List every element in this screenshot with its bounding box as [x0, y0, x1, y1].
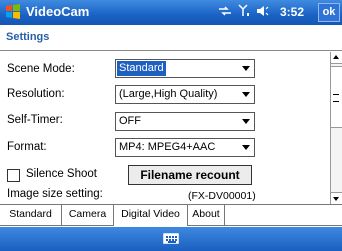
title-bar: VideoCam 3:52 ok [0, 0, 342, 25]
format-select[interactable]: MP4: MPEG4+AAC [115, 138, 255, 157]
tab-bar: Standard Camera Digital Video About [0, 204, 342, 227]
ok-button[interactable]: ok [318, 3, 340, 22]
scene-mode-select[interactable]: Standard [115, 59, 255, 78]
scroll-thumb[interactable] [331, 66, 342, 128]
tab-about[interactable]: About [188, 205, 225, 226]
self-timer-label: Self-Timer: [7, 114, 63, 126]
clock[interactable]: 3:52 [280, 5, 304, 19]
filename-recount-button[interactable]: Filename recount [128, 165, 252, 185]
tab-baseline [225, 225, 342, 226]
signal-icon[interactable] [238, 4, 250, 17]
settings-panel: Scene Mode: Standard Resolution: (Large,… [0, 52, 330, 227]
silence-shoot-label[interactable]: Silence Shoot [26, 168, 97, 180]
tab-camera[interactable]: Camera [62, 205, 114, 226]
image-size-value: (FX-DV00001) [188, 190, 256, 202]
connectivity-icon[interactable] [218, 5, 232, 17]
settings-header: Settings [0, 25, 342, 51]
windows-start-icon[interactable] [4, 3, 22, 21]
dropdown-arrow-icon [242, 66, 250, 71]
dropdown-arrow-icon [242, 145, 250, 150]
bottom-bar [0, 227, 342, 251]
scene-mode-value: Standard [117, 61, 166, 76]
image-size-label: Image size setting: [7, 188, 103, 200]
scroll-down-icon[interactable] [331, 192, 342, 204]
format-label: Format: [7, 141, 47, 153]
scroll-up-icon[interactable] [331, 52, 342, 64]
resolution-value: (Large,High Quality) [119, 88, 218, 100]
app-title: VideoCam [26, 4, 90, 19]
scene-mode-label: Scene Mode: [7, 63, 75, 75]
format-value: MP4: MPEG4+AAC [119, 141, 216, 153]
vertical-scrollbar[interactable] [330, 52, 342, 204]
resolution-select[interactable]: (Large,High Quality) [115, 85, 255, 104]
tab-standard[interactable]: Standard [0, 205, 62, 226]
keyboard-icon[interactable] [163, 233, 179, 244]
status-icons [218, 4, 269, 17]
volume-icon[interactable] [256, 5, 269, 17]
silence-shoot-checkbox[interactable] [7, 169, 20, 182]
dropdown-arrow-icon [242, 92, 250, 97]
resolution-label: Resolution: [7, 88, 65, 100]
self-timer-select[interactable]: OFF [115, 112, 255, 131]
dropdown-arrow-icon [242, 119, 250, 124]
tab-digital-video[interactable]: Digital Video [114, 205, 188, 226]
page-title: Settings [6, 31, 50, 43]
self-timer-value: OFF [119, 115, 141, 127]
